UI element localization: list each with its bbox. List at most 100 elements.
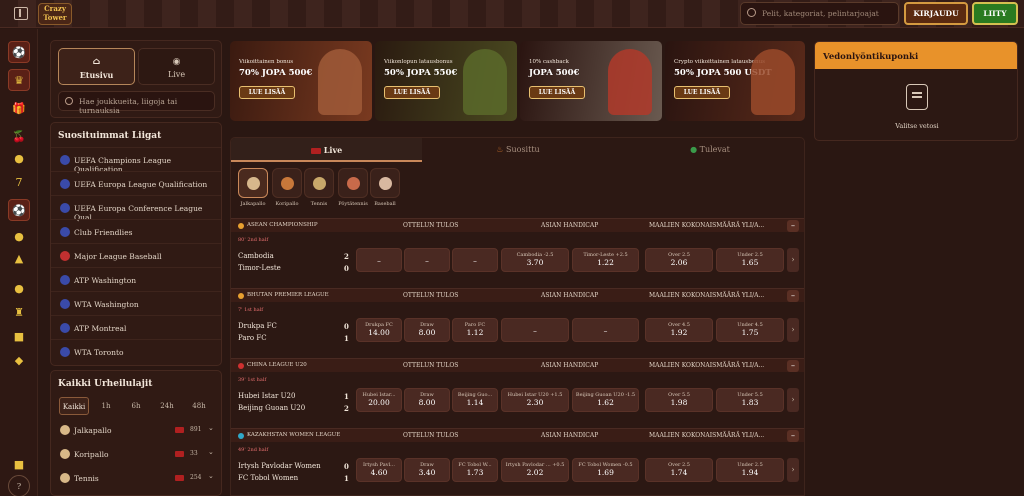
filter-1h[interactable]: 1h [95,397,117,415]
odds-button[interactable]: Over 5.5 1.98 [645,388,713,412]
league-item[interactable]: Club Friendlies [51,219,221,243]
promo-banner[interactable]: Crypto viikoittainen latausbonus 50% JOPA… [665,41,805,121]
chevron-right-icon[interactable]: › [787,318,799,342]
match-row[interactable]: 39' 1st half Hubei Istar U20 Beijing Guoan… [231,373,804,429]
collapse-button[interactable]: – [787,290,799,302]
usa-flag-icon [60,251,70,261]
odds-button[interactable]: Drukpa FC 14.00 [356,318,402,342]
league-item[interactable]: ATP Montreal [51,315,221,339]
sport-baseball[interactable] [370,168,400,198]
sport-item[interactable]: Jalkapallo 891 ⌄ [51,419,221,443]
odds-button[interactable]: – [572,318,639,342]
league-header: KAZAKHSTAN WOMEN LEAGUE OTTELUN TULOS ASIA… [231,428,804,442]
league-item[interactable]: WTA Washington [51,291,221,315]
odds-button[interactable]: – [356,248,402,272]
odds-button[interactable]: Irtysh Pavl... 4.60 [356,458,402,482]
odds-button[interactable]: FC Tobol W... 1.73 [452,458,498,482]
odds-button[interactable]: Beijing Guoan U20 -1.5 1.62 [572,388,639,412]
login-button[interactable]: KIRJAUDU [904,2,968,25]
odds-button[interactable]: Hubei Istar... 20.00 [356,388,402,412]
read-more-button[interactable]: LUE LISÄÄ [239,86,295,99]
football-nav-icon[interactable]: ⚽ [8,199,30,221]
trophy-icon[interactable]: ♜ [8,301,30,323]
league-item[interactable]: Major League Baseball [51,243,221,267]
read-more-button[interactable]: LUE LISÄÄ [384,86,440,99]
tab-home[interactable]: ⌂ Etusivu [58,48,135,85]
odds-button[interactable]: Cambodia -2.5 3.70 [501,248,569,272]
odds-button[interactable]: Over 4.5 1.92 [645,318,713,342]
collapse-button[interactable]: – [787,430,799,442]
cherry-icon[interactable]: 🍒 [8,125,30,147]
collapse-button[interactable]: – [787,220,799,232]
promo-banner[interactable]: Viikoittainen bonus 70% JOPA 500€ LUE LISÄ… [230,41,372,121]
bet-slip-title: Vedonlyöntikuponki [815,42,1017,69]
match-row[interactable]: 7' 1st half Drukpa FC Paro FC 0 1 Drukpa FC 1… [231,303,804,359]
sport-item[interactable]: Koripallo 33 ⌄ [51,443,221,467]
odds-button[interactable]: Under 5.5 1.83 [716,388,784,412]
filter-all[interactable]: Kaikki [59,397,89,415]
rocket-icon[interactable]: ▲ [8,247,30,269]
chip-icon[interactable]: ● [8,147,30,169]
odds-button[interactable]: Under 2.5 1.65 [716,248,784,272]
odds-button[interactable]: – [452,248,498,272]
league-item[interactable]: ATP Washington [51,267,221,291]
odds-button[interactable]: Timor-Leste +2.5 1.22 [572,248,639,272]
live-nav-icon[interactable]: ● [8,225,30,247]
finland-flag-icon[interactable]: ■ [8,453,30,475]
sidebar-toggle-icon[interactable] [14,7,28,20]
league-item[interactable]: UEFA Champions League Qualification [51,147,221,174]
filter-24h[interactable]: 24h [155,397,179,415]
casino-nav-icon[interactable]: ♛ [8,69,30,91]
league-item[interactable]: UEFA Europa Conference League Qual... [51,195,221,222]
sport-tennis[interactable] [304,168,334,198]
odds-button[interactable]: Over 2.5 1.74 [645,458,713,482]
sport-table-tennis[interactable] [338,168,368,198]
logo[interactable]: Crazy Tower [38,3,72,25]
filter-6h[interactable]: 6h [125,397,147,415]
read-more-button[interactable]: LUE LISÄÄ [529,86,585,99]
promo-banner[interactable]: Viikonlopun latausbonus 50% JOPA 550€ LUE … [375,41,517,121]
sports-nav-icon[interactable]: ⚽ [8,41,30,63]
odds-button[interactable]: Under 2.5 1.94 [716,458,784,482]
read-more-button[interactable]: LUE LISÄÄ [674,86,730,99]
sport-basketball[interactable] [272,168,302,198]
league-item[interactable]: WTA Toronto [51,339,221,363]
chevron-right-icon[interactable]: › [787,458,799,482]
chevron-right-icon[interactable]: › [787,388,799,412]
diamond-icon[interactable]: ◆ [8,349,30,371]
odds-button[interactable]: Draw 8.00 [404,318,450,342]
join-button[interactable]: LIITY [972,2,1018,25]
odds-button[interactable]: Hubei Istar U20 +1.5 2.30 [501,388,569,412]
odds-button[interactable]: FC Tobol Women -0.5 1.69 [572,458,639,482]
tab-live[interactable]: ◉ Live [138,48,215,85]
sport-item[interactable]: Tennis 254 ⌄ [51,467,221,491]
match-row[interactable]: 80' 2nd half Cambodia Timor-Leste 2 0 – – – … [231,233,804,289]
gift-icon[interactable]: 🎁 [8,97,30,119]
league-flag-icon [60,227,70,237]
tab-popular[interactable]: ♨ Suosittu [422,138,614,162]
odds-button[interactable]: Draw 3.40 [404,458,450,482]
odds-button[interactable]: Under 4.5 1.75 [716,318,784,342]
odds-button[interactable]: Irtysh Pavlodar ... +0.5 2.02 [501,458,569,482]
team-search-input[interactable]: Hae joukkueita, liigoja tai turnauksia [58,91,215,115]
ball-icon[interactable]: ● [8,277,30,299]
odds-button[interactable]: Draw 8.00 [404,388,450,412]
odds-button[interactable]: Beijing Guo... 1.14 [452,388,498,412]
help-icon[interactable]: ? [8,475,30,496]
sport-football[interactable] [238,168,268,198]
dice-icon[interactable]: ■ [8,325,30,347]
promo-banner[interactable]: 10% cashback JOPA 500€ LUE LISÄÄ [520,41,662,121]
chevron-right-icon[interactable]: › [787,248,799,272]
odds-button[interactable]: – [501,318,569,342]
odds-button[interactable]: – [404,248,450,272]
game-search-input[interactable]: Pelit, kategoriat, pelintarjoajat [740,2,899,25]
seven-icon[interactable]: 7 [8,171,30,193]
league-item[interactable]: UEFA Europa League Qualification [51,171,221,195]
tab-live[interactable]: Live [231,138,422,162]
odds-button[interactable]: Paro FC 1.12 [452,318,498,342]
tab-upcoming[interactable]: ● Tulevat [614,138,804,162]
filter-48h[interactable]: 48h [187,397,211,415]
odds-button[interactable]: Over 2.5 2.06 [645,248,713,272]
collapse-button[interactable]: – [787,360,799,372]
match-row[interactable]: 49' 2nd half Irtysh Pavlodar Women FC Tobo… [231,443,804,495]
